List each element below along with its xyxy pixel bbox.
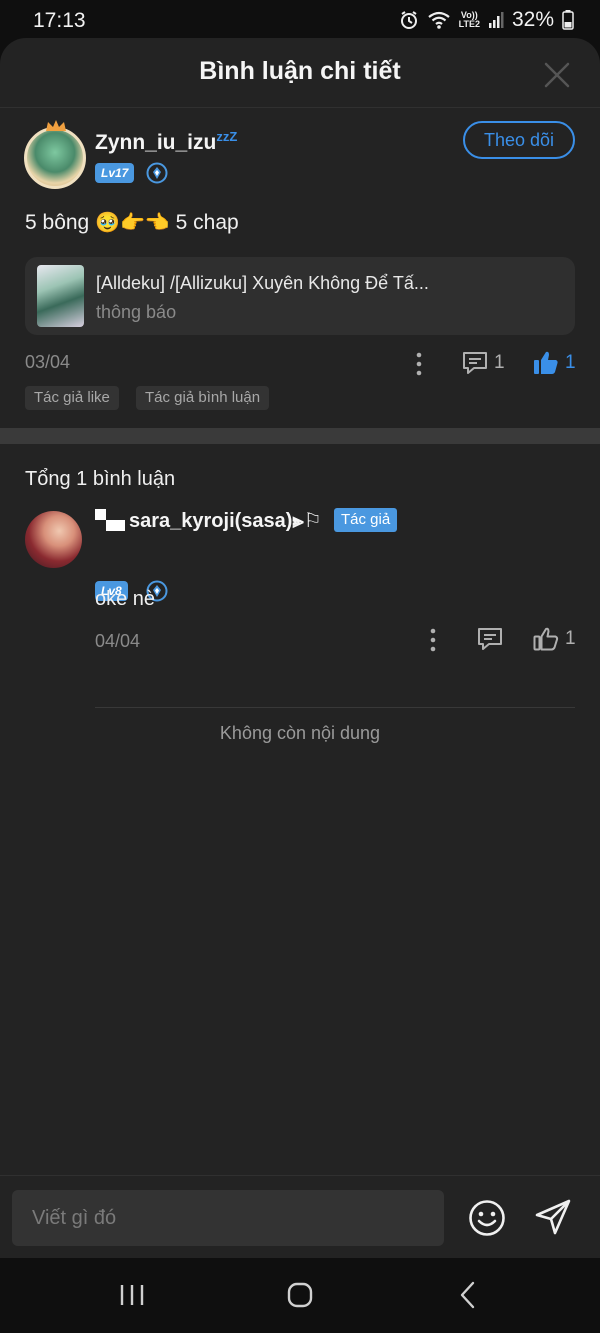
status-time: 17:13 — [33, 9, 86, 32]
reply-comment-icon[interactable] — [477, 627, 503, 651]
tag-author-commented: Tác giả bình luận — [136, 386, 270, 410]
post-content: 5 bông 🥹👉👈 5 chap — [25, 211, 239, 234]
comment-icon — [463, 352, 487, 374]
back-icon[interactable] — [448, 1280, 488, 1310]
alarm-icon — [400, 11, 417, 29]
author-badge: Tác giả — [334, 508, 398, 532]
comment-username[interactable]: sara_kyroji(sasa)⫸⚐ — [95, 508, 322, 533]
battery-percent: 32% — [511, 8, 554, 31]
avatar[interactable] — [24, 120, 86, 189]
more-options-icon[interactable] — [428, 628, 438, 652]
comment-input-box[interactable] — [12, 1190, 444, 1246]
total-comments-label: Tổng 1 bình luận — [25, 468, 176, 490]
pointing-left-icon: 👈 — [144, 212, 170, 234]
end-of-content-label: Không còn nội dung — [219, 723, 381, 743]
crown-icon — [46, 120, 66, 131]
lte-indicator: Vo)) LTE2 — [458, 10, 480, 29]
tag-author-liked: Tác giả like — [25, 386, 119, 410]
status-bar: 17:13 Vo)) LTE2 32% — [0, 0, 600, 40]
linked-story-card[interactable]: [Alldeku] /[Allizuku] Xuyên Không Để Tấ.… — [25, 257, 575, 335]
comment-count-button[interactable]: 1 — [462, 351, 505, 375]
thumbs-up-filled-icon — [534, 351, 558, 374]
page-title: Bình luận chi tiết — [199, 57, 401, 85]
story-thumbnail — [37, 265, 84, 327]
more-options-icon[interactable] — [414, 352, 424, 376]
comment-input[interactable] — [12, 1190, 444, 1246]
battery-icon — [562, 10, 574, 30]
comment-date: 04/04 — [95, 631, 141, 651]
follow-button[interactable]: Theo dõi — [463, 121, 575, 159]
comment-like-button[interactable]: 1 — [533, 626, 576, 652]
shield-badge-icon — [146, 162, 168, 184]
system-nav-bar — [0, 1258, 600, 1333]
comment-composer — [0, 1175, 600, 1258]
pleading-face-icon: 🥹 — [95, 212, 120, 234]
send-icon[interactable] — [533, 1197, 573, 1237]
pixel-deco-icon — [95, 508, 125, 533]
story-title: [Alldeku] /[Allizuku] Xuyên Không Để Tấ.… — [96, 273, 429, 293]
avatar[interactable] — [25, 511, 82, 568]
thumbs-up-icon — [533, 627, 559, 651]
signal-icon — [488, 12, 504, 28]
home-icon[interactable] — [280, 1280, 320, 1310]
level-badge: Lv17 — [95, 163, 135, 183]
status-icons: Vo)) LTE2 32% — [399, 8, 574, 32]
comment-detail-sheet: Bình luận chi tiết Zynn_iu_izuzzZ Lv17 T… — [0, 38, 600, 1258]
close-icon[interactable] — [544, 62, 570, 88]
recent-apps-icon[interactable] — [112, 1280, 152, 1310]
sheet-header: Bình luận chi tiết — [0, 38, 600, 108]
comment-text: oke nè — [95, 588, 156, 610]
section-divider — [0, 428, 600, 444]
post-date: 03/04 — [25, 352, 71, 372]
comment-divider — [95, 707, 575, 708]
story-subtitle: thông báo — [96, 302, 177, 322]
like-button[interactable]: 1 — [533, 350, 576, 376]
zzz-decoration: zzZ — [216, 129, 238, 144]
wifi-icon — [427, 11, 450, 29]
pointing-right-icon: 👉 — [119, 212, 145, 234]
emoji-icon[interactable] — [467, 1198, 507, 1238]
post-username[interactable]: Zynn_iu_izuzzZ — [95, 129, 237, 155]
